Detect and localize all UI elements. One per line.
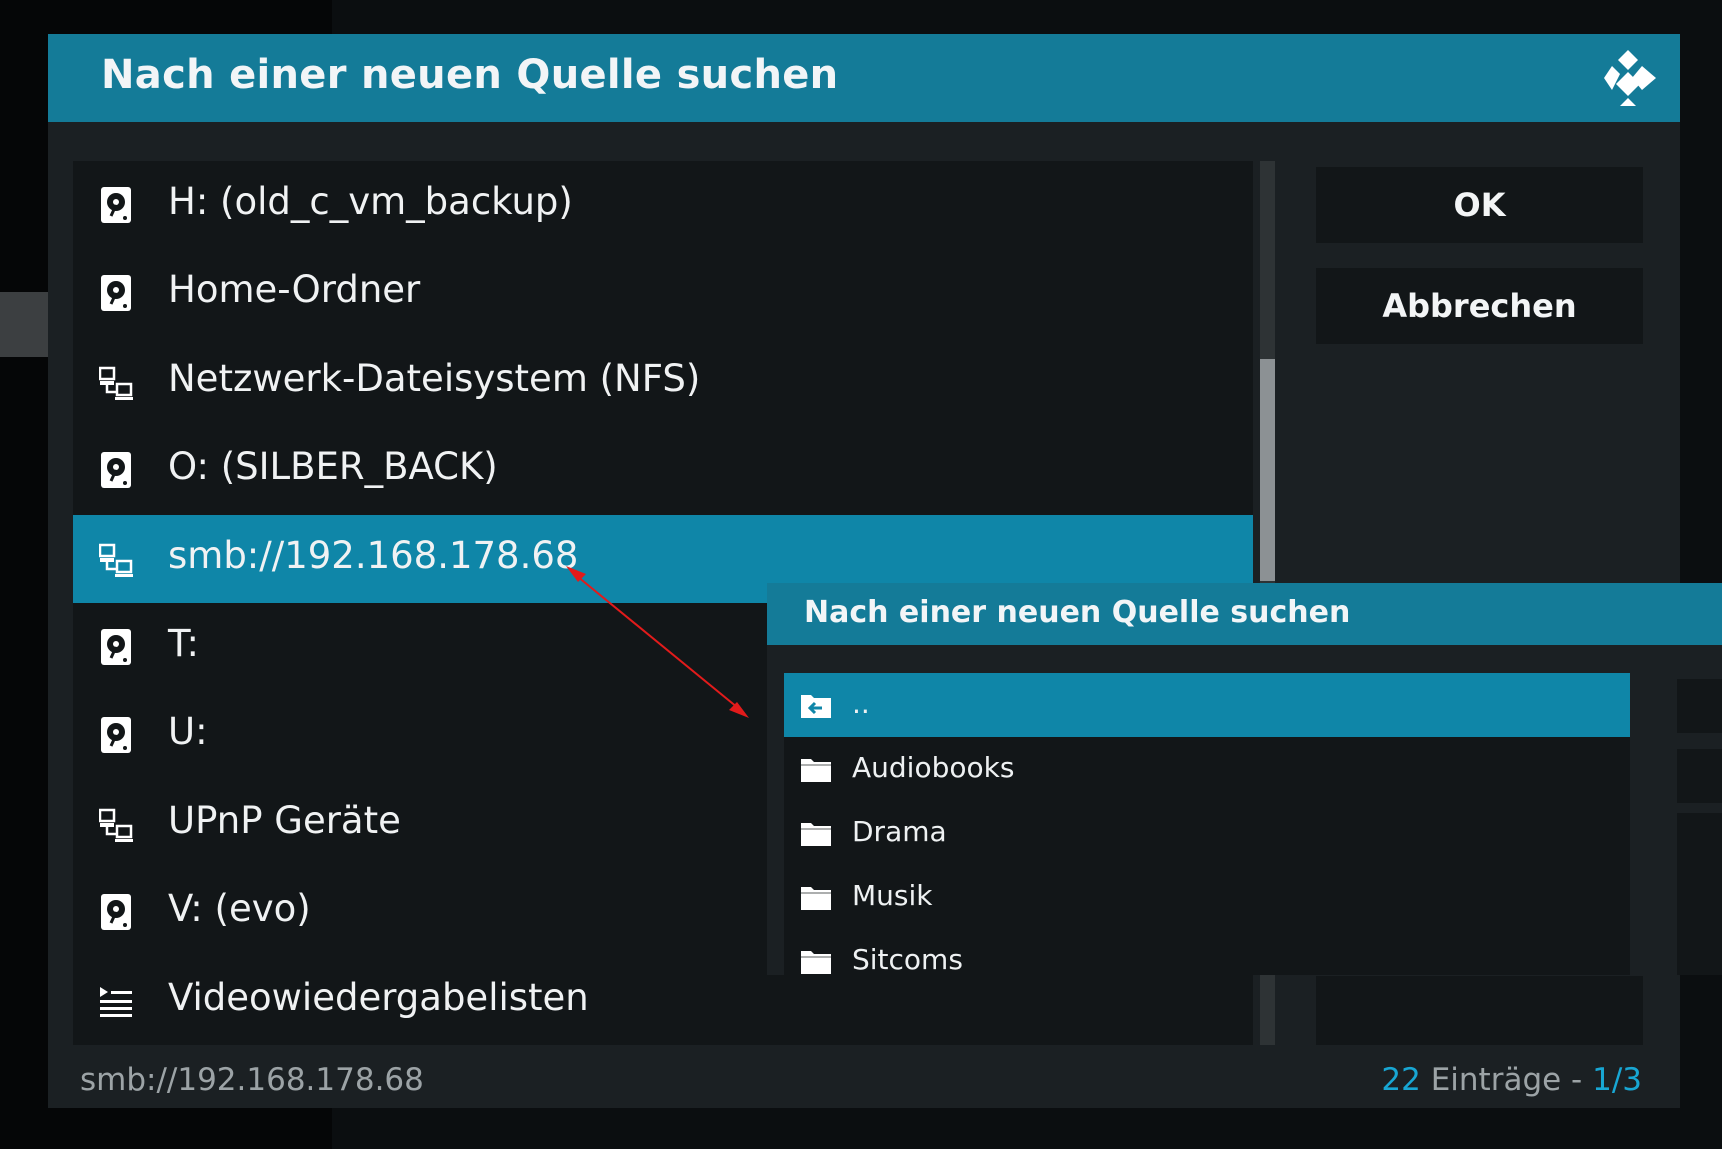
- inset-titlebar: Nach einer neuen Quelle suchen: [767, 583, 1722, 645]
- folder-icon: [800, 755, 832, 783]
- folder-back-icon: [800, 691, 832, 719]
- folder-icon: [800, 883, 832, 911]
- hard-drive-icon: [99, 273, 133, 313]
- inset-title: Nach einer neuen Quelle suchen: [804, 595, 1351, 630]
- folder-item[interactable]: Musik: [784, 865, 1630, 929]
- playlist-icon: [99, 981, 133, 1021]
- source-item-label: Videowiedergabelisten: [168, 975, 589, 1019]
- folder-item[interactable]: Sitcoms: [784, 929, 1630, 975]
- source-item-label: H: (old_c_vm_backup): [168, 180, 573, 223]
- item-count-label: Einträge -: [1420, 1062, 1593, 1098]
- folder-item[interactable]: ..: [784, 673, 1630, 737]
- source-item-label: V: (evo): [168, 887, 311, 931]
- inset-browse-dialog: Nach einer neuen Quelle suchen .. Audiobo…: [767, 583, 1722, 975]
- scrollbar-thumb[interactable]: [1260, 359, 1275, 581]
- source-item-label: UPnP Geräte: [168, 798, 401, 842]
- ok-button[interactable]: OK: [1316, 167, 1643, 243]
- folder-item[interactable]: Drama: [784, 801, 1630, 865]
- page-indicator: 1/3: [1592, 1062, 1642, 1098]
- hard-drive-icon: [99, 715, 133, 755]
- source-item[interactable]: O: (SILBER_BACK): [73, 426, 1253, 514]
- hard-drive-icon: [99, 185, 133, 225]
- hard-drive-icon: [99, 450, 133, 490]
- network-icon: [98, 362, 133, 402]
- source-item[interactable]: Netzwerk-Dateisystem (NFS): [73, 338, 1253, 426]
- folder-item-label: Musik: [852, 879, 933, 912]
- folder-item-label: Sitcoms: [852, 943, 963, 975]
- item-count: 22 Einträge - 1/3: [1381, 1062, 1642, 1098]
- cancel-button[interactable]: Abbrechen: [1316, 268, 1643, 344]
- source-item[interactable]: Home-Ordner: [73, 249, 1253, 337]
- source-item-label: O: (SILBER_BACK): [168, 445, 498, 489]
- network-icon: [98, 539, 133, 579]
- inset-cancel-button[interactable]: [1677, 749, 1722, 803]
- source-item[interactable]: H: (old_c_vm_backup): [73, 161, 1253, 249]
- background-tab: [0, 292, 48, 357]
- folder-item-label: Drama: [852, 815, 947, 848]
- current-path: smb://192.168.178.68: [80, 1062, 424, 1098]
- source-item-label: U:: [168, 710, 208, 754]
- folder-icon: [800, 947, 832, 975]
- hard-drive-icon: [99, 892, 133, 932]
- dialog-titlebar: Nach einer neuen Quelle suchen: [48, 34, 1680, 122]
- source-item-label: T:: [168, 622, 200, 665]
- inset-side-panel: [1677, 813, 1722, 975]
- inset-ok-button[interactable]: [1677, 679, 1722, 733]
- side-panel-empty: [1316, 976, 1643, 1045]
- hard-drive-icon: [99, 627, 133, 667]
- folder-item-label: ..: [852, 687, 870, 720]
- folder-item-label: Audiobooks: [852, 751, 1015, 784]
- folder-item[interactable]: Audiobooks: [784, 737, 1630, 801]
- network-icon: [98, 804, 133, 844]
- kodi-logo-icon: [1604, 50, 1656, 106]
- source-item-label: smb://192.168.178.68: [168, 533, 579, 577]
- folder-icon: [800, 819, 832, 847]
- dialog-title: Nach einer neuen Quelle suchen: [101, 52, 839, 98]
- source-item-label: Netzwerk-Dateisystem (NFS): [168, 356, 701, 400]
- folder-list[interactable]: .. Audiobooks Drama Musik Sitcoms: [784, 673, 1630, 975]
- item-count-number: 22: [1381, 1062, 1421, 1098]
- source-item-label: Home-Ordner: [168, 268, 421, 312]
